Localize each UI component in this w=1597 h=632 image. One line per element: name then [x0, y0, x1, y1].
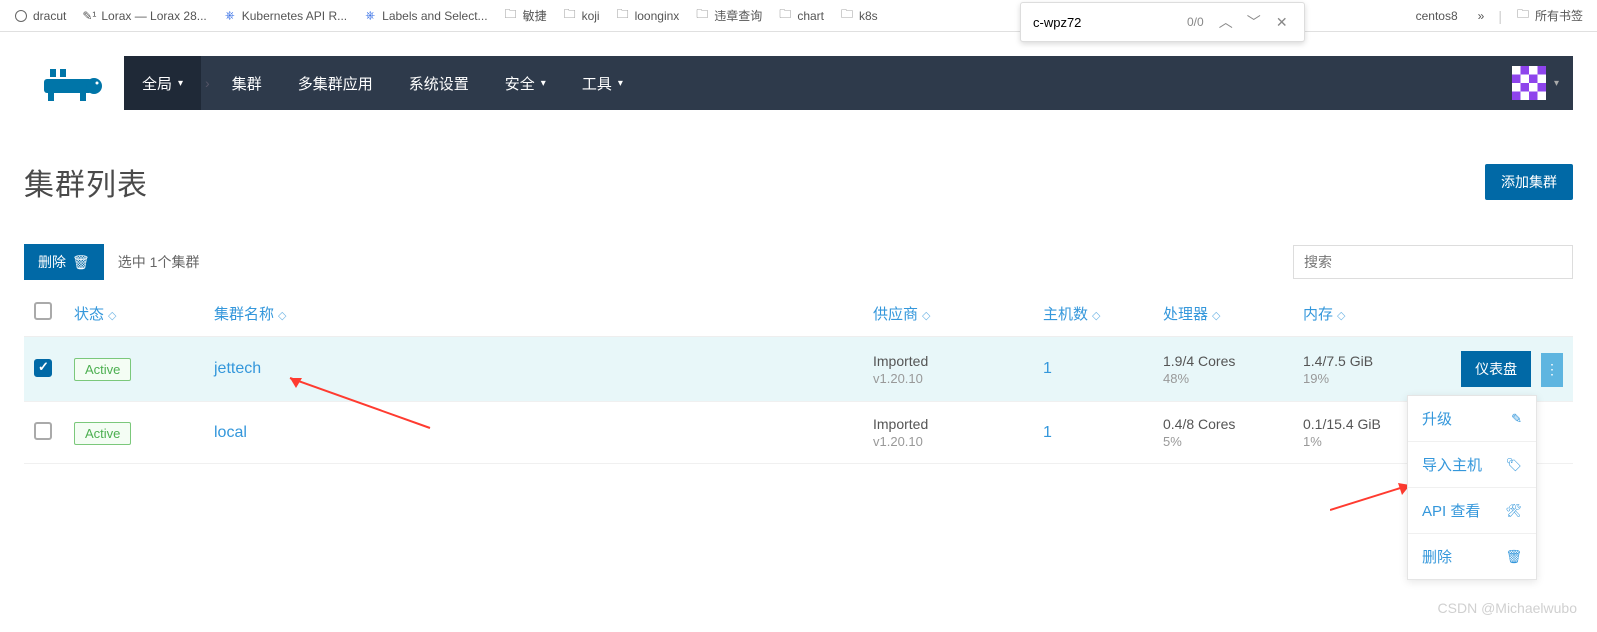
col-name[interactable]: 集群名称	[214, 306, 274, 323]
cluster-name-link[interactable]: jettech	[214, 360, 261, 377]
nav-global[interactable]: 全局▾	[124, 56, 201, 110]
main-nav: 全局▾ › 集群 多集群应用 系统设置 安全▾ 工具▾ ▾	[124, 56, 1573, 110]
menu-delete[interactable]: 删除🗑	[1408, 534, 1536, 579]
folder-icon: 🗀	[1516, 9, 1530, 23]
node-count-link[interactable]: 1	[1043, 424, 1052, 441]
chevron-down-icon: ▾	[178, 78, 183, 89]
row-more-button[interactable]: ⋮	[1541, 353, 1563, 387]
k8s-icon: ⎈	[363, 9, 377, 23]
bookmarks-bar: dracut ✎¹Lorax — Lorax 28... ⎈Kubernetes…	[0, 0, 1597, 32]
bookmark-dracut[interactable]: dracut	[8, 5, 72, 27]
bookmark-centos8[interactable]: centos8	[1410, 5, 1464, 27]
find-next-button[interactable]: ﹀	[1240, 8, 1268, 36]
trash-icon: 🗑	[1505, 549, 1522, 565]
row-checkbox[interactable]	[34, 359, 52, 377]
node-count-link[interactable]: 1	[1043, 360, 1052, 377]
bookmark-overflow[interactable]: »	[1472, 5, 1491, 27]
menu-import-host[interactable]: 导入主机🏷	[1408, 442, 1536, 488]
cluster-table: 状态 ◇ 集群名称 ◇ 供应商 ◇ 主机数 ◇ 处理器 ◇ 内存 ◇ Active jett…	[24, 290, 1573, 464]
col-cpu[interactable]: 处理器	[1163, 306, 1208, 323]
find-in-page: 0/0 ︿ ﹀ ✕	[1020, 2, 1305, 42]
sort-icon[interactable]: ◇	[278, 310, 286, 322]
folder-icon: 🗀	[563, 9, 577, 23]
folder-icon: 🗀	[695, 9, 709, 23]
cluster-name-link[interactable]: local	[214, 424, 247, 441]
bookmark-agile[interactable]: 🗀敏捷	[498, 3, 553, 28]
table-row[interactable]: Active jettech Importedv1.20.10 1 1.9/4 …	[24, 337, 1573, 402]
bookmark-loonginx[interactable]: 🗀loonginx	[610, 5, 686, 27]
bookmark-chart[interactable]: 🗀chart	[772, 5, 830, 27]
sort-icon[interactable]: ◇	[108, 310, 116, 322]
logo[interactable]	[24, 56, 124, 110]
find-count: 0/0	[1187, 15, 1204, 29]
bookmark-lorax[interactable]: ✎¹Lorax — Lorax 28...	[76, 5, 212, 27]
avatar[interactable]	[1512, 66, 1546, 100]
trash-icon: 🗑	[72, 254, 90, 271]
watermark: CSDN @Michaelwubo	[1438, 600, 1577, 616]
globe-icon	[14, 9, 28, 23]
top-bar: 全局▾ › 集群 多集群应用 系统设置 安全▾ 工具▾ ▾	[24, 56, 1573, 110]
wrench-icon: 🛠	[1505, 503, 1522, 519]
search-input[interactable]	[1293, 245, 1573, 279]
bookmark-k8s-api[interactable]: ⎈Kubernetes API R...	[217, 5, 353, 27]
folder-icon: 🗀	[504, 9, 518, 23]
menu-upgrade[interactable]: 升级✎	[1408, 396, 1536, 442]
bookmark-violation[interactable]: 🗀违章查询	[689, 3, 768, 28]
tag-icon: 🏷	[1505, 457, 1522, 473]
pen-icon: ✎¹	[82, 9, 96, 23]
col-ram[interactable]: 内存	[1303, 306, 1333, 323]
menu-api-view[interactable]: API 查看🛠	[1408, 488, 1536, 534]
bookmark-k8s[interactable]: 🗀k8s	[834, 5, 884, 27]
row-checkbox[interactable]	[34, 422, 52, 440]
nav-tools[interactable]: 工具▾	[564, 56, 641, 110]
folder-icon: 🗀	[778, 9, 792, 23]
chevron-down-icon: ▾	[541, 78, 546, 89]
nav-settings[interactable]: 系统设置	[391, 56, 487, 110]
find-prev-button[interactable]: ︿	[1212, 8, 1240, 36]
nav-cluster[interactable]: 集群	[214, 56, 280, 110]
row-actions-menu: 升级✎ 导入主机🏷 API 查看🛠 删除🗑	[1407, 395, 1537, 580]
status-badge: Active	[74, 358, 131, 381]
sort-icon[interactable]: ◇	[1337, 310, 1345, 322]
add-cluster-button[interactable]: 添加集群	[1485, 164, 1573, 200]
sort-icon[interactable]: ◇	[1212, 310, 1220, 322]
chevron-down-icon: ▾	[618, 78, 623, 89]
status-badge: Active	[74, 422, 131, 445]
col-provider[interactable]: 供应商	[873, 306, 918, 323]
bookmark-koji[interactable]: 🗀koji	[557, 5, 606, 27]
k8s-icon: ⎈	[223, 9, 237, 23]
dashboard-button[interactable]: 仪表盘	[1461, 351, 1531, 387]
bookmark-labels[interactable]: ⎈Labels and Select...	[357, 5, 493, 27]
rancher-logo-icon	[44, 63, 104, 103]
col-nodes[interactable]: 主机数	[1043, 306, 1088, 323]
find-input[interactable]	[1029, 11, 1179, 34]
sort-icon[interactable]: ◇	[1092, 310, 1100, 322]
col-state[interactable]: 状态	[74, 306, 104, 323]
pencil-icon: ✎	[1511, 411, 1522, 427]
bookmark-all[interactable]: 🗀所有书签	[1510, 3, 1589, 28]
find-close-button[interactable]: ✕	[1268, 8, 1296, 36]
table-row[interactable]: Active local Importedv1.20.10 1 0.4/8 Co…	[24, 402, 1573, 464]
sort-icon[interactable]: ◇	[922, 310, 930, 322]
selection-count: 选中 1个集群	[118, 252, 200, 272]
folder-icon: 🗀	[840, 9, 854, 23]
page-title: 集群列表	[24, 160, 148, 204]
nav-multi-cluster[interactable]: 多集群应用	[280, 56, 391, 110]
delete-button[interactable]: 删除🗑	[24, 244, 104, 280]
chevron-down-icon[interactable]: ▾	[1554, 78, 1559, 89]
select-all-checkbox[interactable]	[34, 302, 52, 320]
folder-icon: 🗀	[616, 9, 630, 23]
nav-security[interactable]: 安全▾	[487, 56, 564, 110]
